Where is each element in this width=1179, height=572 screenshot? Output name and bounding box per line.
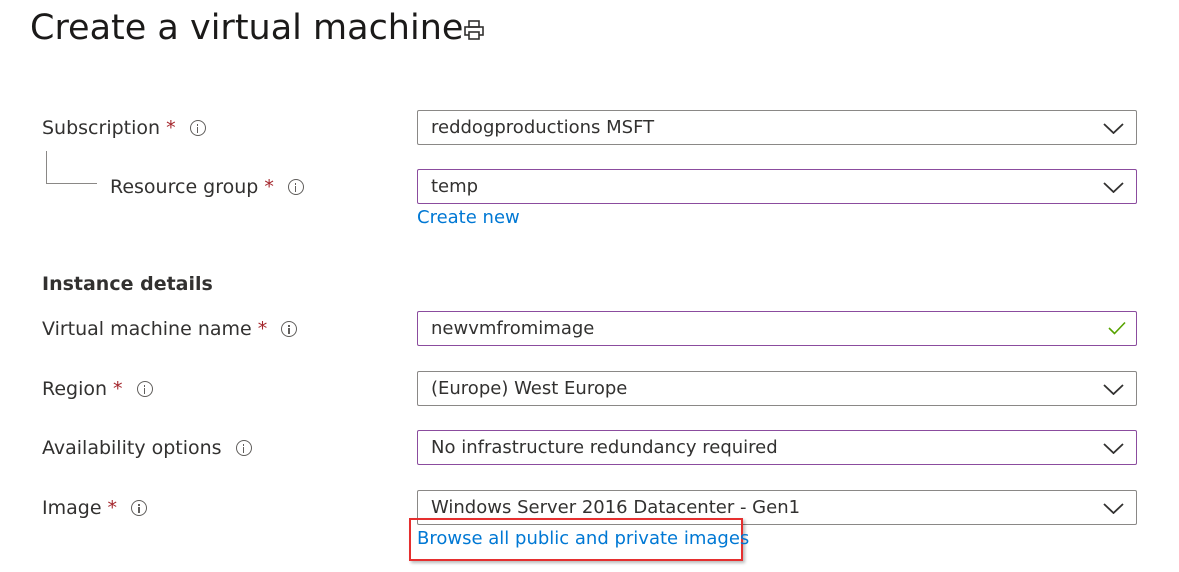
vm-name-input[interactable]: newvmfromimage: [417, 311, 1137, 346]
subscription-label-row: Subscription *: [42, 116, 206, 140]
vm-name-value: newvmfromimage: [431, 318, 595, 339]
region-dropdown[interactable]: (Europe) West Europe: [417, 371, 1137, 406]
vm-name-label-row: Virtual machine name *: [42, 317, 298, 341]
subscription-label: Subscription: [42, 117, 161, 139]
required-marker: *: [257, 318, 268, 340]
vm-name-label: Virtual machine name: [42, 318, 252, 340]
browse-images-link[interactable]: Browse all public and private images: [417, 527, 749, 551]
image-label: Image: [42, 497, 102, 519]
resource-group-value: temp: [431, 176, 479, 197]
region-value: (Europe) West Europe: [431, 378, 628, 399]
region-label-row: Region *: [42, 377, 153, 401]
info-icon[interactable]: [131, 500, 148, 516]
subscription-dropdown[interactable]: reddogproductions MSFT: [417, 110, 1137, 145]
info-icon[interactable]: [189, 120, 206, 136]
chevron-down-icon: [1103, 443, 1124, 454]
availability-value: No infrastructure redundancy required: [431, 437, 778, 458]
required-marker: *: [107, 497, 118, 519]
resource-group-label-row: Resource group *: [110, 175, 304, 199]
required-marker: *: [264, 176, 274, 198]
image-label-row: Image *: [42, 496, 148, 520]
resource-group-dropdown[interactable]: temp: [417, 169, 1137, 204]
availability-dropdown[interactable]: No infrastructure redundancy required: [417, 430, 1137, 465]
page-title: Create a virtual machine: [30, 8, 464, 48]
create-new-link[interactable]: Create new: [417, 206, 520, 230]
required-marker: *: [113, 378, 123, 400]
info-icon[interactable]: [136, 381, 153, 397]
info-icon[interactable]: [235, 440, 252, 456]
region-label: Region: [42, 378, 108, 400]
required-marker: *: [166, 117, 176, 139]
resource-group-label: Resource group: [110, 176, 259, 198]
chevron-down-icon: [1103, 384, 1124, 395]
tree-connector: [46, 151, 97, 184]
subscription-value: reddogproductions MSFT: [431, 117, 655, 138]
checkmark-icon: [1108, 321, 1126, 335]
availability-label: Availability options: [42, 437, 222, 459]
info-icon[interactable]: [287, 179, 304, 195]
chevron-down-icon: [1103, 123, 1124, 134]
chevron-down-icon: [1103, 503, 1124, 514]
chevron-down-icon: [1103, 182, 1124, 193]
print-icon[interactable]: [462, 19, 486, 41]
info-icon[interactable]: [281, 321, 298, 337]
section-heading-instance-details: Instance details: [42, 273, 213, 295]
image-value: Windows Server 2016 Datacenter - Gen1: [431, 497, 801, 518]
availability-label-row: Availability options: [42, 436, 252, 460]
